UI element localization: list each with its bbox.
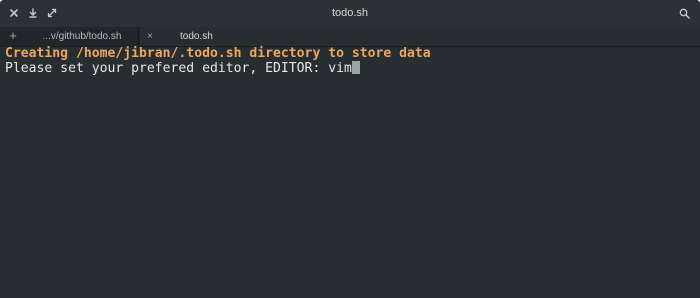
- close-tab-icon[interactable]: ×: [144, 27, 156, 46]
- prompt-text: Please set your prefered editor, EDITOR:…: [5, 61, 352, 76]
- new-tab-button[interactable]: +: [5, 28, 21, 44]
- tab-bar: + ...v/github/todo.sh × todo.sh: [0, 27, 700, 47]
- terminal-window: todo.sh + ...v/github/todo.sh × todo.sh …: [0, 0, 700, 298]
- titlebar: todo.sh: [0, 0, 700, 27]
- tab-github-todo[interactable]: ...v/github/todo.sh: [26, 27, 139, 46]
- terminal-output[interactable]: Creating /home/jibran/.todo.sh directory…: [0, 47, 700, 298]
- tab-todo[interactable]: × todo.sh: [140, 27, 700, 46]
- tab-label: todo.sh: [180, 31, 213, 42]
- terminal-line-prompt: Please set your prefered editor, EDITOR:…: [5, 61, 695, 76]
- tab-label: ...v/github/todo.sh: [42, 31, 122, 42]
- window-title: todo.sh: [331, 7, 369, 19]
- text-cursor: [351, 61, 360, 74]
- terminal-line-info: Creating /home/jibran/.todo.sh directory…: [5, 46, 431, 61]
- search-icon[interactable]: [676, 5, 692, 21]
